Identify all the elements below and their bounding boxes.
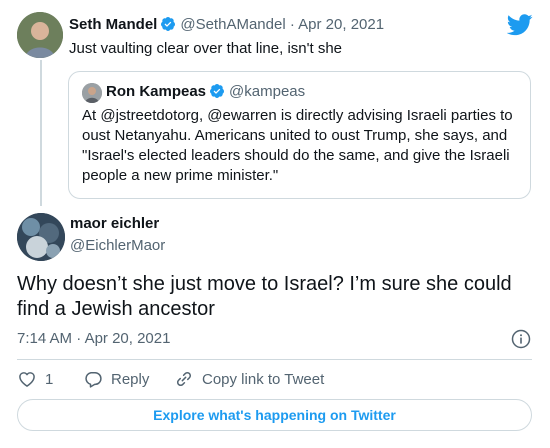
link-icon — [176, 371, 192, 387]
quoted-avatar-photo — [82, 83, 102, 103]
tweet-date[interactable]: Apr 20, 2021 — [298, 16, 384, 33]
avatar-photo — [17, 12, 63, 58]
avatar[interactable] — [17, 12, 63, 58]
author-handle[interactable]: @SethAMandel — [180, 16, 285, 33]
quoted-tweet-header: Ron Kampeas @kampeas — [106, 83, 305, 100]
quoted-author-name: Ron Kampeas — [106, 83, 207, 100]
author-name[interactable]: Seth Mandel — [69, 16, 157, 33]
like-count: 1 — [45, 370, 54, 388]
author-handle[interactable]: @EichlerMaor — [70, 237, 165, 254]
info-icon[interactable] — [511, 329, 531, 349]
explore-button[interactable]: Explore what's happening on Twitter — [17, 399, 532, 431]
meta-separator: · — [76, 330, 82, 347]
copy-link-label: Copy link to Tweet — [202, 370, 325, 388]
reply-bubble-icon — [85, 372, 102, 388]
meta-separator: · — [289, 16, 295, 33]
reply-label: Reply — [111, 370, 150, 388]
avatar-photo — [17, 213, 65, 261]
quoted-tweet-text: At @jstreetdotorg, @ewarren is directly … — [82, 107, 513, 184]
avatar[interactable] — [17, 213, 65, 261]
copy-link-button[interactable]: Copy link to Tweet — [174, 368, 324, 390]
quoted-author-handle: @kampeas — [229, 83, 306, 100]
tweet-time[interactable]: 7:14 AM — [17, 330, 72, 347]
thread-connector-line — [40, 60, 42, 206]
parent-tweet-text: Just vaulting clear over that line, isn'… — [69, 40, 343, 57]
embedded-tweet-card: Seth Mandel @SethAMandel · Apr 20, 2021 J… — [0, 0, 550, 448]
divider — [17, 359, 532, 360]
tweet-text: Why doesn’t she just move to Israel? I’m… — [17, 273, 512, 320]
quoted-avatar — [82, 83, 102, 103]
twitter-bird-icon[interactable] — [507, 14, 533, 36]
like-button[interactable]: 1 — [17, 368, 53, 390]
parent-tweet-header: Seth Mandel @SethAMandel · Apr 20, 2021 — [69, 16, 384, 33]
verified-badge-icon — [161, 17, 176, 31]
heart-icon — [19, 372, 35, 387]
tweet-timestamp[interactable]: 7:14 AM · Apr 20, 2021 — [17, 330, 170, 347]
reply-button[interactable]: Reply — [83, 368, 149, 390]
author-name[interactable]: maor eichler — [70, 215, 159, 232]
tweet-date[interactable]: Apr 20, 2021 — [85, 330, 171, 347]
verified-badge-icon — [210, 84, 225, 98]
